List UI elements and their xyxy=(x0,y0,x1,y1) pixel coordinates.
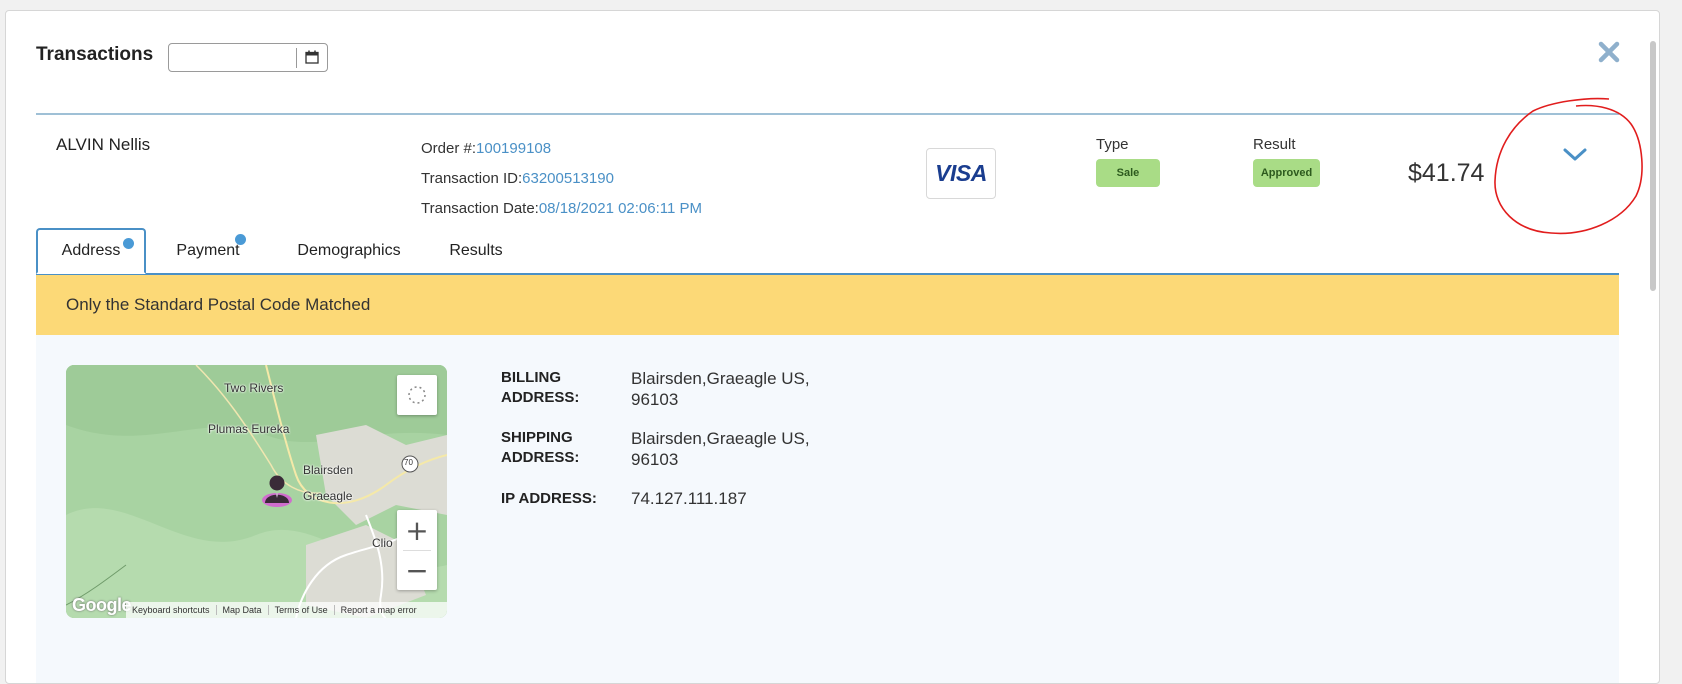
order-number-row: Order #:100199108 xyxy=(421,134,702,164)
transaction-amount: $41.74 xyxy=(1408,159,1485,187)
order-number-label: Order #: xyxy=(421,140,477,157)
scrollbar-thumb[interactable] xyxy=(1650,41,1656,291)
customer-name: ALVIN Nellis xyxy=(56,135,151,154)
billing-address-label: BILLING ADDRESS: xyxy=(501,368,579,408)
tab-address-label: Address xyxy=(61,242,121,259)
tab-payment[interactable]: Payment xyxy=(158,228,258,274)
map-label: Plumas Eureka xyxy=(208,422,290,436)
transaction-date-value: 08/18/2021 02:06:11 PM xyxy=(538,200,703,217)
ip-address-label: IP ADDRESS: xyxy=(501,490,597,507)
shipping-label-line: ADDRESS: xyxy=(501,449,580,466)
transaction-date-label: Transaction Date: xyxy=(421,200,539,217)
tab-payment-label: Payment xyxy=(176,242,240,259)
chevron-down-icon[interactable] xyxy=(1561,145,1589,165)
close-icon[interactable] xyxy=(1596,39,1622,65)
divider xyxy=(36,113,1619,115)
status-badge: Approved xyxy=(1253,159,1320,187)
map-label: Clio xyxy=(372,536,393,550)
annotation-circle xyxy=(1494,97,1643,235)
tab-address[interactable]: Address xyxy=(36,228,146,274)
report-map-error-link[interactable]: Report a map error xyxy=(335,605,423,615)
transaction-id-row: Transaction ID:63200513190 xyxy=(421,164,702,194)
billing-address-line: 96103 xyxy=(631,390,679,409)
terms-of-use-link[interactable]: Terms of Use xyxy=(269,605,335,615)
billing-address-line: Blairsden,Graeagle US, xyxy=(631,369,810,388)
map-footer: Keyboard shortcuts Map Data Terms of Use… xyxy=(126,602,447,618)
google-logo: Google xyxy=(72,595,132,615)
result-label: Result xyxy=(1253,136,1296,153)
transactions-modal: Transactions ALVIN Nellis Order #:100199… xyxy=(5,10,1660,684)
type-badge: Sale xyxy=(1096,159,1160,187)
scrollbar[interactable] xyxy=(1647,41,1659,311)
shipping-address-line: 96103 xyxy=(631,450,679,469)
zoom-out-button[interactable]: − xyxy=(397,550,437,590)
tab-demographics-label: Demographics xyxy=(297,242,401,259)
billing-label-line: ADDRESS: xyxy=(501,389,580,406)
order-number-link[interactable]: 100199108 xyxy=(476,140,551,157)
transaction-id-label: Transaction ID: xyxy=(421,170,523,187)
date-separator xyxy=(296,48,297,68)
page-title: Transactions xyxy=(36,44,154,65)
keyboard-shortcuts-link[interactable]: Keyboard shortcuts xyxy=(126,605,217,615)
person-pin-icon[interactable] xyxy=(260,472,294,508)
banner-text: Only the Standard Postal Code Matched xyxy=(66,295,371,314)
notification-dot xyxy=(235,234,246,245)
visa-card-icon: VISA xyxy=(926,148,996,199)
match-banner: Only the Standard Postal Code Matched xyxy=(36,275,1619,335)
route-shield: 70 xyxy=(404,458,413,467)
map-data-link[interactable]: Map Data xyxy=(217,605,269,615)
type-label: Type xyxy=(1096,136,1129,153)
transaction-date-row: Transaction Date:08/18/2021 02:06:11 PM xyxy=(421,194,702,224)
ip-address-value: 74.127.111.187 xyxy=(631,489,747,508)
date-filter-input[interactable] xyxy=(168,43,328,72)
billing-label-line: BILLING xyxy=(501,369,561,386)
calendar-icon[interactable] xyxy=(305,50,319,64)
shipping-address-line: Blairsden,Graeagle US, xyxy=(631,429,810,448)
notification-dot xyxy=(123,238,134,249)
tab-results-label: Results xyxy=(449,242,503,259)
map-label: Blairsden xyxy=(303,463,354,477)
map-label: Graeagle xyxy=(303,489,353,503)
map-label: Two Rivers xyxy=(224,381,284,395)
shipping-address-label: SHIPPING ADDRESS: xyxy=(501,428,579,468)
map-terrain xyxy=(66,365,447,618)
fullscreen-button[interactable] xyxy=(397,375,437,415)
fullscreen-icon xyxy=(408,386,426,404)
shipping-address-value: Blairsden,Graeagle US, 96103 xyxy=(631,428,810,470)
billing-address-value: Blairsden,Graeagle US, 96103 xyxy=(631,368,810,410)
tab-results[interactable]: Results xyxy=(431,228,521,274)
zoom-controls: + − xyxy=(397,510,437,590)
transaction-id-link[interactable]: 63200513190 xyxy=(522,170,614,187)
map[interactable]: Two Rivers Plumas Eureka Blairsden Graea… xyxy=(66,365,447,618)
shipping-label-line: SHIPPING xyxy=(501,429,573,446)
tab-demographics[interactable]: Demographics xyxy=(274,228,424,274)
card-brand: VISA xyxy=(935,160,987,186)
order-info: Order #:100199108 Transaction ID:6320051… xyxy=(421,134,702,224)
zoom-in-button[interactable]: + xyxy=(397,510,437,550)
